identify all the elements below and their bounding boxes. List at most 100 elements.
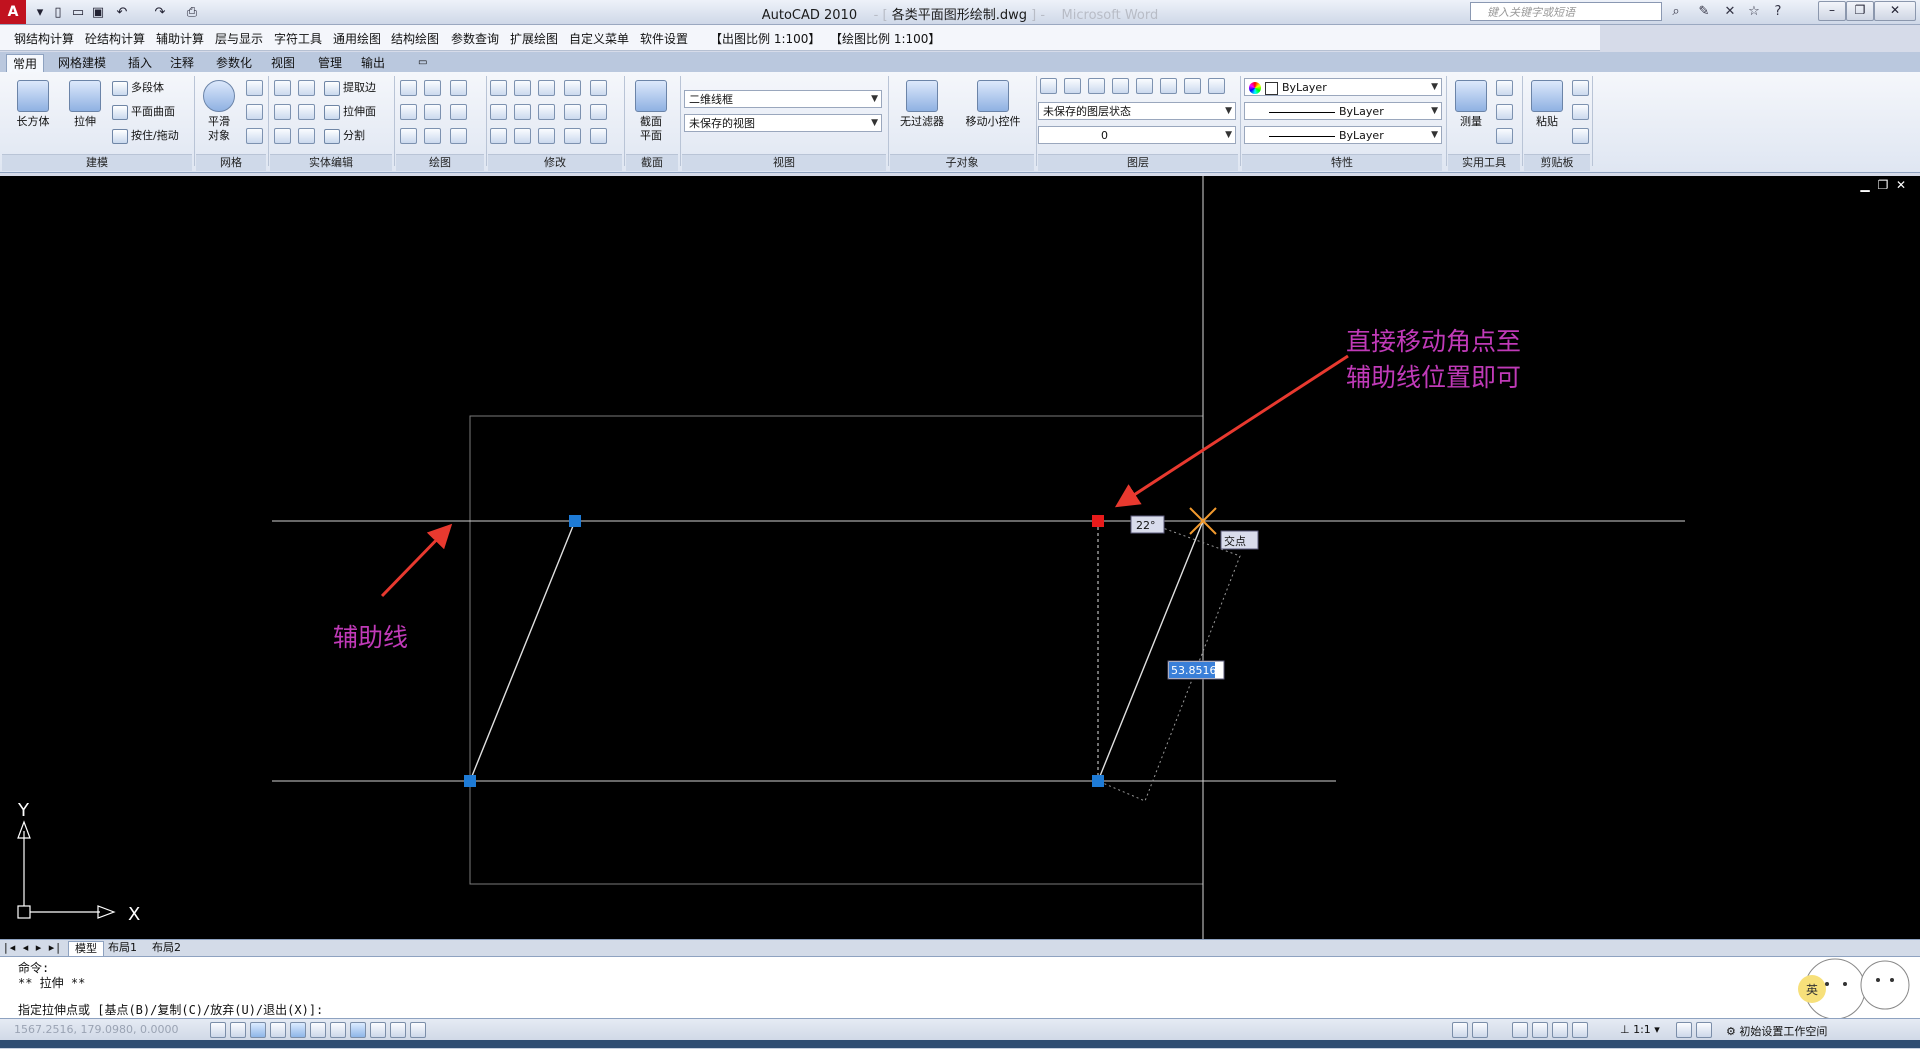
- reference-rectangle[interactable]: [469, 415, 1204, 885]
- visual-style-select[interactable]: 二维线框 ▼: [684, 90, 882, 108]
- layer-tool-icon[interactable]: [1136, 78, 1153, 94]
- mesh-crease-icon[interactable]: [246, 128, 263, 144]
- grip-top-left[interactable]: [569, 515, 581, 527]
- panel-title-properties[interactable]: 特性: [1242, 154, 1442, 171]
- draw-tool-icon[interactable]: [424, 128, 441, 144]
- tab-output[interactable]: 输出: [355, 54, 391, 72]
- mesh-tool-icon[interactable]: [246, 80, 263, 96]
- restore-button[interactable]: ❐: [1846, 1, 1874, 21]
- intersect-icon[interactable]: [274, 128, 291, 144]
- menu-item-aux-calc[interactable]: 辅助计算: [156, 30, 204, 47]
- print-icon[interactable]: ⎙: [182, 3, 202, 23]
- mesh-refine-icon[interactable]: [246, 104, 263, 120]
- copy-icon[interactable]: [1572, 104, 1589, 120]
- modify-tool-icon[interactable]: [590, 128, 607, 144]
- ducs-toggle[interactable]: [330, 1022, 346, 1038]
- extract-edges-button[interactable]: 提取边: [324, 80, 376, 96]
- menu-item-layers[interactable]: 层与显示: [215, 30, 263, 47]
- menu-item-concrete[interactable]: 砼结构计算: [85, 30, 145, 47]
- panel-title-utilities[interactable]: 实用工具: [1448, 154, 1520, 171]
- menu-item-text-tools[interactable]: 字符工具: [274, 30, 322, 47]
- match-properties-icon[interactable]: [1572, 128, 1589, 144]
- draw-tool-icon[interactable]: [400, 104, 417, 120]
- move-gizmo-button[interactable]: 移动小控件: [958, 78, 1028, 129]
- polar-toggle[interactable]: [270, 1022, 286, 1038]
- annotation-scale[interactable]: ⊥ 1:1 ▾: [1620, 1023, 1660, 1036]
- tab-view[interactable]: 视图: [265, 54, 301, 72]
- layer-state-select[interactable]: 未保存的图层状态 ▼: [1038, 102, 1236, 120]
- linetype-select[interactable]: ByLayer ▼: [1244, 102, 1442, 120]
- separate-button[interactable]: 分割: [324, 128, 365, 144]
- layer-tool-icon[interactable]: [1088, 78, 1105, 94]
- annotation-visibility-icon[interactable]: [1676, 1022, 1692, 1038]
- coordinate-readout[interactable]: 1567.2516, 179.0980, 0.0000: [14, 1023, 178, 1036]
- search-input[interactable]: 键入关键字或短语: [1470, 2, 1662, 21]
- grip-active[interactable]: [1092, 515, 1104, 527]
- layer-tool-icon[interactable]: [1064, 78, 1081, 94]
- panel-title-section[interactable]: 截面: [626, 154, 678, 171]
- lineweight-toggle[interactable]: [370, 1022, 386, 1038]
- modify-tool-icon[interactable]: [514, 104, 531, 120]
- utility-tool-icon[interactable]: [1496, 80, 1513, 96]
- open-folder-icon[interactable]: ▭: [68, 3, 88, 23]
- new-file-icon[interactable]: ▯: [48, 3, 68, 23]
- interfere-icon[interactable]: [298, 80, 315, 96]
- auto-scale-icon[interactable]: [1696, 1022, 1712, 1038]
- saved-view-select[interactable]: 未保存的视图 ▼: [684, 114, 882, 132]
- modify-tool-icon[interactable]: [514, 80, 531, 96]
- panel-title-modify[interactable]: 修改: [488, 154, 622, 171]
- communication-icon[interactable]: ✕: [1720, 3, 1740, 21]
- modify-tool-icon[interactable]: [564, 104, 581, 120]
- modify-tool-icon[interactable]: [490, 128, 507, 144]
- drawing-canvas[interactable]: ▁ ❐ ✕ Y X 直接移动角点至 辅助线位置即可 辅助线 22° 交点 53.…: [0, 176, 1920, 939]
- command-prompt[interactable]: 指定拉伸点或 [基点(B)/复制(C)/放弃(U)/退出(X)]:: [18, 1001, 323, 1018]
- layout-view-icon[interactable]: [1472, 1022, 1488, 1038]
- favorites-star-icon[interactable]: ☆: [1744, 3, 1764, 21]
- otrack-toggle[interactable]: [310, 1022, 326, 1038]
- paste-button[interactable]: 粘贴: [1524, 78, 1570, 129]
- tab-mesh-modeling[interactable]: 网格建模: [52, 54, 112, 72]
- grip-bottom-right[interactable]: [1092, 775, 1104, 787]
- tab-model[interactable]: 模型: [68, 941, 104, 957]
- modify-tool-icon[interactable]: [490, 80, 507, 96]
- menu-item-general-draw[interactable]: 通用绘图: [333, 30, 381, 47]
- polysolid-button[interactable]: 多段体: [112, 80, 164, 96]
- panel-title-mesh[interactable]: 网格: [196, 154, 266, 171]
- panel-title-solid-edit[interactable]: 实体编辑: [270, 154, 392, 171]
- modify-tool-icon[interactable]: [538, 128, 555, 144]
- tab-manage[interactable]: 管理: [312, 54, 348, 72]
- snap-mode-toggle[interactable]: [210, 1022, 226, 1038]
- extrude-button[interactable]: 拉伸: [62, 78, 108, 129]
- menu-item-param-query[interactable]: 参数查询: [451, 30, 499, 47]
- layout-nav-arrows-icon[interactable]: |◂ ◂ ▸ ▸|: [4, 941, 62, 955]
- selection-cycling-toggle[interactable]: [410, 1022, 426, 1038]
- dyn-toggle[interactable]: [350, 1022, 366, 1038]
- help-icon[interactable]: ?: [1768, 3, 1788, 21]
- tab-home[interactable]: 常用: [6, 54, 45, 73]
- subtract-icon[interactable]: [274, 104, 291, 120]
- lineweight-select[interactable]: ByLayer ▼: [1244, 126, 1442, 144]
- layer-tool-icon[interactable]: [1208, 78, 1225, 94]
- panel-title-draw[interactable]: 绘图: [396, 154, 484, 171]
- menu-item-draw-scale[interactable]: 【绘图比例 1:100】: [830, 30, 940, 47]
- menu-item-ext-draw[interactable]: 扩展绘图: [510, 30, 558, 47]
- layer-tool-icon[interactable]: [1160, 78, 1177, 94]
- panel-title-layers[interactable]: 图层: [1038, 154, 1238, 171]
- color-select[interactable]: ByLayer ▼: [1244, 78, 1442, 96]
- modify-tool-icon[interactable]: [590, 80, 607, 96]
- parallelogram-right-edge[interactable]: [1097, 520, 1204, 782]
- tab-annotate[interactable]: 注释: [164, 54, 200, 72]
- modify-tool-icon[interactable]: [538, 80, 555, 96]
- drawing-svg[interactable]: Y X 直接移动角点至 辅助线位置即可 辅助线 22° 交点 53.8516: [0, 176, 1920, 939]
- autocad-logo-icon[interactable]: A: [0, 0, 26, 24]
- union-icon[interactable]: [274, 80, 291, 96]
- slice-icon[interactable]: [298, 104, 315, 120]
- panel-title-modeling[interactable]: 建模: [2, 154, 192, 171]
- menu-item-settings[interactable]: 软件设置: [640, 30, 688, 47]
- extrude-faces-button[interactable]: 拉伸面: [324, 104, 376, 120]
- showmotion-icon[interactable]: [1572, 1022, 1588, 1038]
- modify-tool-icon[interactable]: [590, 104, 607, 120]
- thicken-icon[interactable]: [298, 128, 315, 144]
- subscription-icon[interactable]: ✎: [1694, 3, 1714, 21]
- modify-tool-icon[interactable]: [490, 104, 507, 120]
